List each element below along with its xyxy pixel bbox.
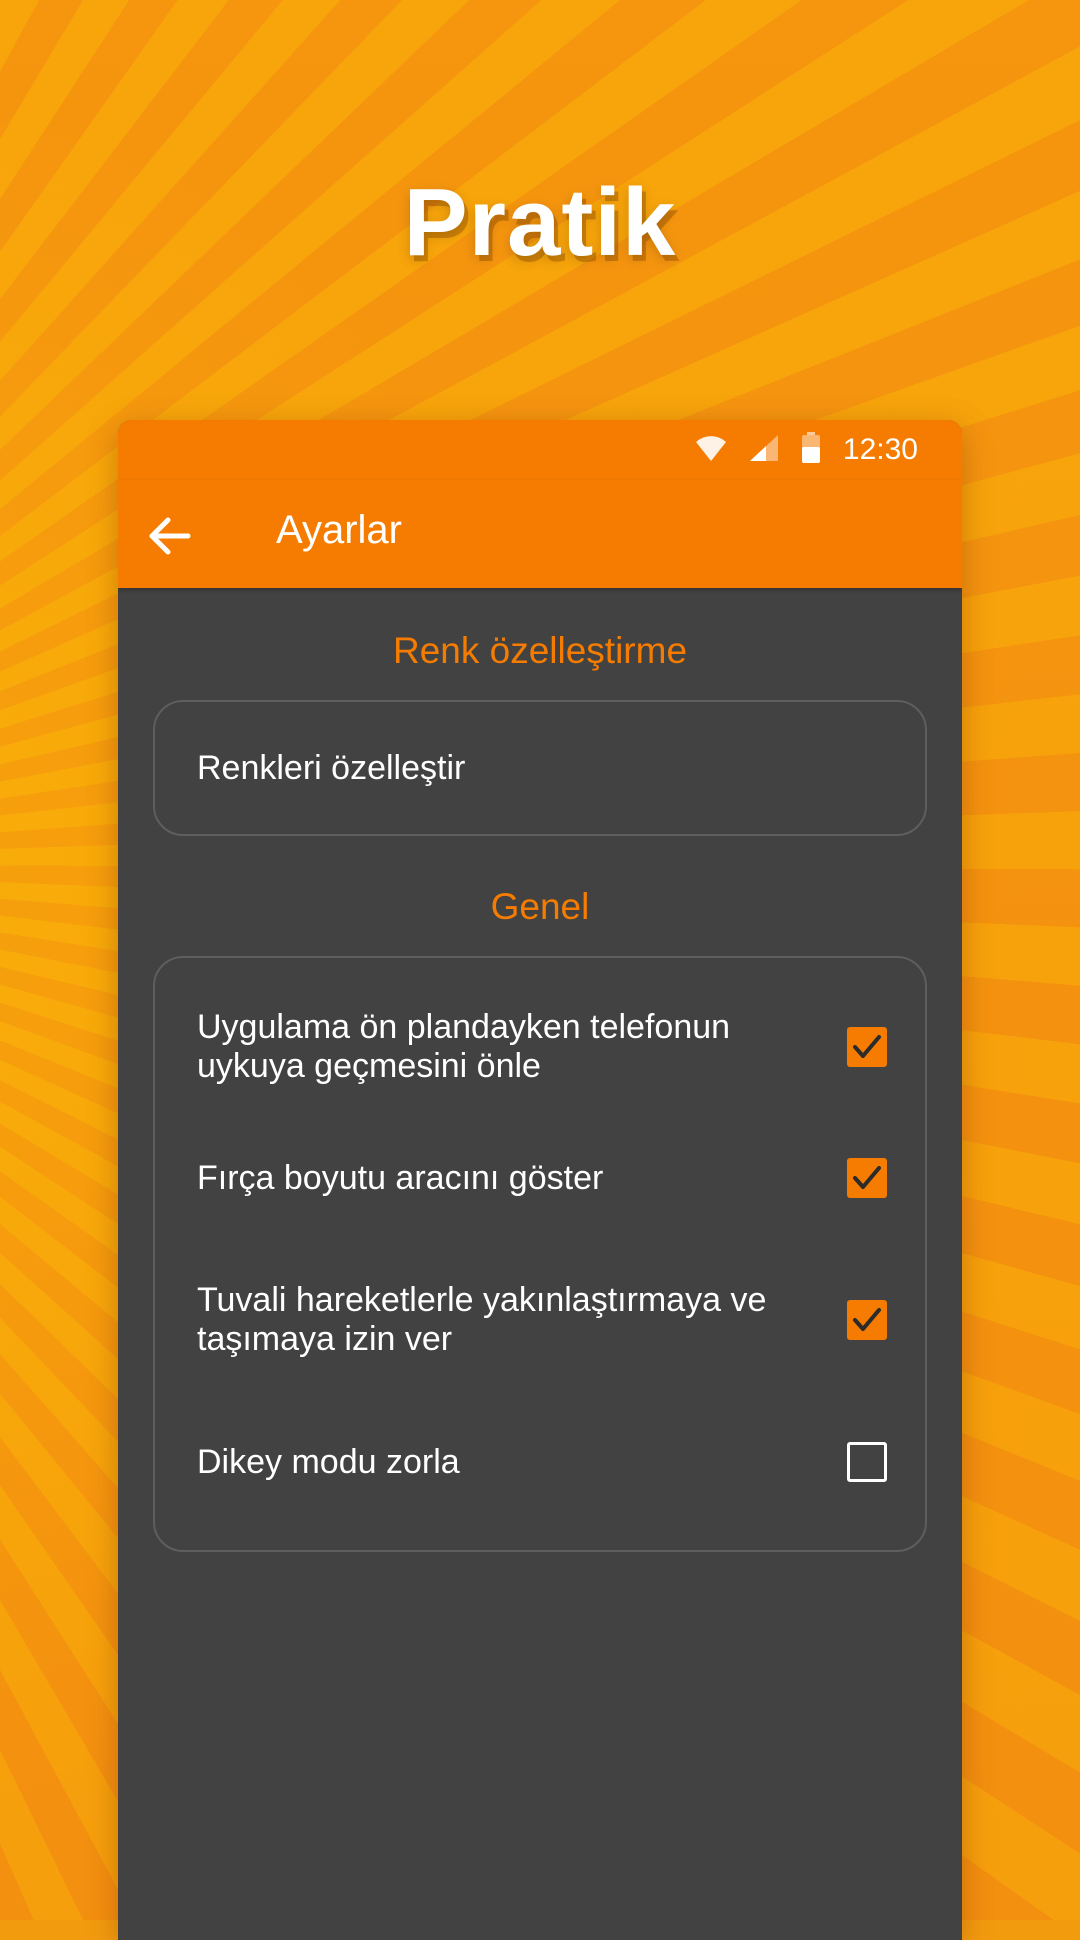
check-icon [853, 1035, 881, 1058]
customize-colors-item[interactable]: Renkleri özelleştir [155, 702, 925, 834]
battery-icon [801, 432, 821, 468]
settings-content: Renk özelleştirme Renkleri özelleştir Ge… [118, 588, 962, 1552]
setting-label-gestures: Tuvali hareketlerle yakınlaştırmaya ve t… [197, 1281, 767, 1358]
signal-icon [749, 434, 779, 466]
general-card: Uygulama ön plandayken telefonun uykuya … [153, 956, 927, 1552]
status-bar: 12:30 [118, 420, 962, 480]
clock-time: 12:30 [842, 433, 918, 466]
checkbox-brush-size[interactable] [847, 1158, 887, 1198]
status-icons: 12:30 [695, 430, 918, 470]
section-title-general: Genel [490, 886, 590, 927]
setting-label-brush-size: Fırça boyutu aracını göster [197, 1158, 604, 1197]
app-bar: Ayarlar [118, 480, 962, 588]
setting-label-keep-awake: Uygulama ön plandayken telefonun uykuya … [197, 1008, 731, 1085]
checkbox-gestures[interactable] [847, 1300, 887, 1340]
setting-row-keep-awake[interactable]: Uygulama ön plandayken telefonun uykuya … [155, 992, 925, 1102]
wifi-icon [695, 434, 727, 466]
checkbox-portrait[interactable] [847, 1442, 887, 1482]
check-icon [853, 1166, 881, 1189]
setting-row-brush-size[interactable]: Fırça boyutu aracını göster [155, 1148, 925, 1208]
section-title-color: Renk özelleştirme [392, 630, 688, 671]
setting-row-portrait[interactable]: Dikey modu zorla [155, 1432, 925, 1492]
setting-label-portrait: Dikey modu zorla [197, 1442, 460, 1481]
setting-row-gestures[interactable]: Tuvali hareketlerle yakınlaştırmaya ve t… [155, 1270, 925, 1370]
back-button[interactable] [148, 514, 192, 558]
checkbox-keep-awake[interactable] [847, 1027, 887, 1067]
arrow-back-icon [148, 517, 192, 562]
color-card: Renkleri özelleştir [153, 700, 927, 836]
customize-colors-label: Renkleri özelleştir [197, 748, 466, 787]
check-icon [853, 1308, 881, 1331]
promo-headline: Pratik [403, 169, 677, 276]
page-title: Ayarlar [276, 508, 402, 552]
phone-screen: 12:30 Ayarlar Renk özelleştirme Renkleri… [118, 420, 962, 1940]
